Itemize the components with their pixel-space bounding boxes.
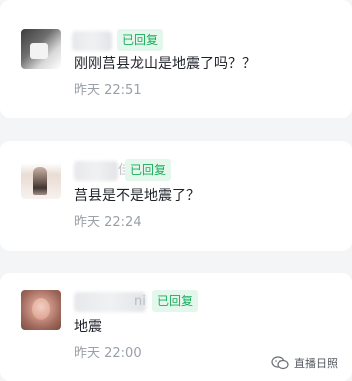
username-redacted	[72, 31, 112, 51]
avatar-figure-detail	[33, 167, 47, 195]
comment-text: 刚刚莒县龙山是地震了吗？？	[74, 56, 256, 72]
comment-time: 昨天 22:00	[74, 346, 142, 361]
avatar[interactable]	[21, 29, 61, 69]
comment-time: 昨天 22:51	[74, 83, 142, 98]
comment-time: 昨天 22:24	[74, 215, 142, 230]
comment-text: 莒县是不是地震了？	[74, 188, 200, 204]
comment-list-page: 已回复 刚刚莒县龙山是地震了吗？？ 昨天 22:51 佳 已回复 莒县是不是地震…	[0, 0, 352, 381]
username-suffix: ni	[134, 294, 146, 309]
avatar-mask-detail	[30, 43, 48, 59]
wechat-official-account-icon	[271, 356, 289, 370]
avatar-face-detail	[32, 298, 50, 320]
avatar[interactable]	[21, 159, 61, 199]
replied-badge: 已回复	[125, 159, 172, 181]
replied-badge: 已回复	[152, 290, 199, 312]
replied-badge: 已回复	[117, 29, 164, 51]
avatar[interactable]	[21, 290, 61, 330]
username-redacted	[74, 161, 118, 181]
watermark: 直播日照	[271, 355, 338, 371]
watermark-text: 直播日照	[294, 357, 338, 370]
comment-text: 地震	[74, 319, 102, 335]
